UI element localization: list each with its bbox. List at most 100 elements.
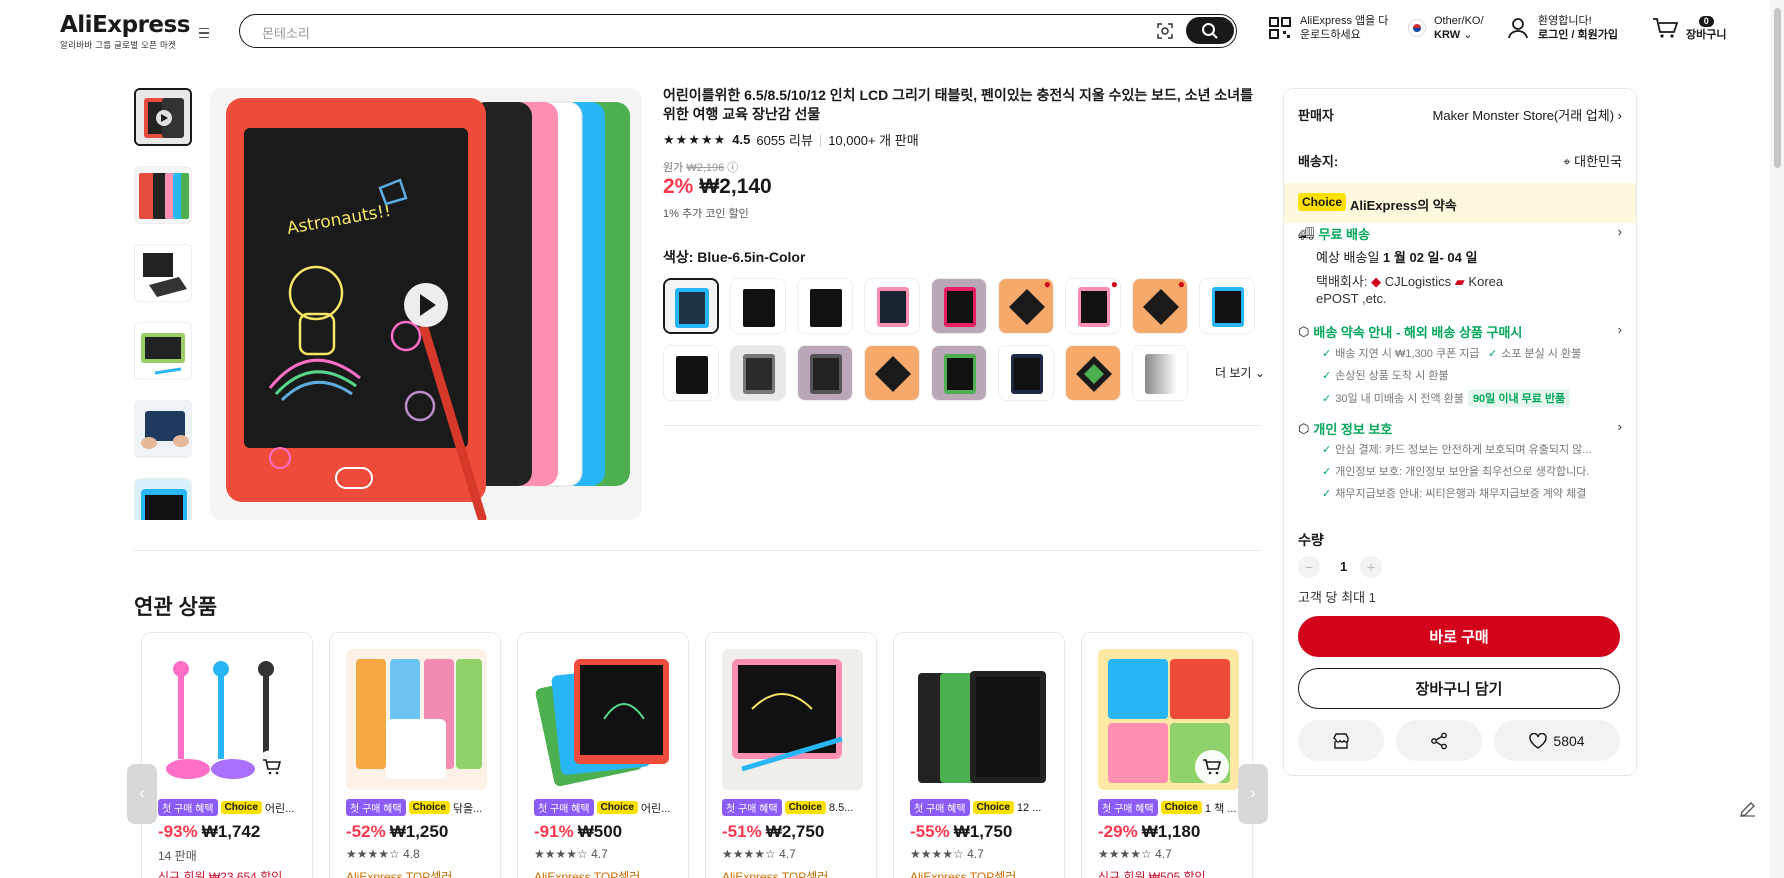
product-card-image[interactable] [158, 649, 299, 790]
quantity-value[interactable]: 1 [1340, 559, 1347, 574]
chevron-right-icon[interactable]: › [1618, 322, 1622, 337]
scrollbar-thumb[interactable] [1774, 8, 1781, 168]
search-bar[interactable]: 몬테소리 [239, 14, 1237, 48]
add-to-cart-icon[interactable] [255, 750, 289, 784]
ship-to-country[interactable]: 대한민국 [1574, 154, 1622, 169]
product-card-image[interactable] [722, 649, 863, 790]
thumbnail-video[interactable] [134, 88, 192, 146]
product-card-image[interactable] [534, 649, 675, 790]
quantity-label: 수량 [1298, 532, 1324, 548]
product-card[interactable]: 첫 구매 혜택 Choice 어린... -93% ₩1,742 14 판매 신규 회… [141, 632, 313, 878]
swatch-13[interactable] [864, 345, 920, 401]
cart-link[interactable]: 0 장바구니 [1652, 14, 1726, 42]
region-line1: Other/KO/ [1434, 15, 1484, 27]
product-card-rating: ★★★★☆ 4.7 [910, 847, 984, 861]
thumbnail-6[interactable] [134, 478, 192, 520]
shield-icon: ⬡ [1298, 323, 1310, 339]
carousel-prev-button[interactable]: ‹ [127, 764, 157, 824]
login-link[interactable]: 로그인 / 회원가입 [1538, 29, 1618, 41]
product-card-image[interactable] [1098, 649, 1239, 790]
swatch-12[interactable] [797, 345, 853, 401]
swatch-11[interactable] [730, 345, 786, 401]
user-icon [1508, 18, 1528, 39]
review-count[interactable]: 6055 리뷰 [756, 130, 812, 149]
swatch-3[interactable] [797, 278, 853, 334]
thumbnail-4[interactable] [134, 322, 192, 380]
choice-tag: Choice [972, 801, 1014, 814]
promise-title: AliExpress의 약속 [1350, 198, 1457, 213]
qr-code-icon [1269, 17, 1291, 39]
seller-name[interactable]: Maker Monster Store(거래 업체) [1433, 108, 1614, 123]
swatch-5[interactable] [931, 278, 987, 334]
product-card-name: 어린... [264, 802, 295, 815]
search-input[interactable]: 몬테소리 [262, 23, 310, 42]
swatch-7[interactable]: ● [1065, 278, 1121, 334]
share-icon [1431, 732, 1447, 749]
privacy-row[interactable]: ⬡ 개인 정보 보호 [1298, 419, 1392, 438]
swatch-10[interactable] [663, 345, 719, 401]
product-card[interactable]: 첫 구매 혜택 Choice 8.5... -51% ₩2,750 ★★★★☆ 4.7… [705, 632, 877, 878]
region-selector[interactable]: Other/KO/KRW ⌄ [1408, 14, 1484, 42]
hamburger-menu-icon[interactable] [195, 24, 213, 42]
buy-now-button[interactable]: 바로 구매 [1298, 616, 1620, 657]
swatch-14[interactable] [931, 345, 987, 401]
privacy-item: ✓ 안심 결제: 카드 정보는 안전하게 보호되며 유출되지 않... [1322, 441, 1591, 457]
show-more-colors-button[interactable]: 더 보기 ⌄ [1215, 364, 1265, 381]
swatch-1[interactable] [663, 278, 719, 334]
add-to-cart-button[interactable]: 장바구니 담기 [1298, 668, 1620, 709]
quantity-increase-button[interactable]: + [1360, 556, 1382, 578]
thumbnail-5[interactable] [134, 400, 192, 458]
quantity-decrease-button[interactable]: − [1298, 556, 1320, 578]
product-card-image[interactable] [910, 649, 1051, 790]
account-menu[interactable]: 환영합니다! 로그인 / 회원가입 [1506, 14, 1618, 42]
carousel-next-button[interactable]: › [1238, 764, 1268, 824]
swatch-8[interactable]: ● [1132, 278, 1188, 334]
ship-to-row[interactable]: 배송지: ⌖ 대한민국 [1298, 151, 1622, 170]
product-card-tags: 첫 구매 혜택 Choice 1 책 ... [1098, 799, 1239, 816]
product-card-image[interactable] [346, 649, 487, 790]
swatch-15[interactable] [998, 345, 1054, 401]
product-card[interactable]: 첫 구매 혜택 Choice 12 ... -55% ₩1,750 ★★★★☆ 4.7… [893, 632, 1065, 878]
original-price-value: ₩2,196 [686, 162, 725, 174]
page-scrollbar[interactable] [1770, 0, 1784, 878]
seller-row[interactable]: 판매자 Maker Monster Store(거래 업체) › [1298, 105, 1622, 124]
thumbnail-3[interactable] [134, 244, 192, 302]
delivery-promise-row[interactable]: ⬡ 배송 약속 안내 - 해외 배송 상품 구매시 [1298, 322, 1522, 341]
app-line2: 운로드하세요 [1300, 29, 1361, 41]
store-icon [1333, 732, 1349, 749]
hot-icon: ● [1177, 278, 1185, 291]
add-to-cart-icon[interactable] [1195, 750, 1229, 784]
ship-to-label: 배송지: [1298, 154, 1339, 169]
chevron-right-icon[interactable]: › [1618, 419, 1622, 434]
swatch-9[interactable] [1199, 278, 1255, 334]
swatch-16[interactable] [1065, 345, 1121, 401]
eta-prefix: 예상 배송일 [1316, 250, 1380, 265]
product-card-discount: -55% [910, 822, 950, 841]
image-search-icon[interactable] [1156, 22, 1174, 40]
swatch-6[interactable]: ● [998, 278, 1054, 334]
app-download[interactable]: AliExpress 앱을 다 운로드하세요 [1268, 14, 1388, 42]
aliexpress-logo[interactable]: AliExpress 알리바바 그룹 글로벌 오픈 마켓 [60, 12, 190, 51]
swatch-4[interactable] [864, 278, 920, 334]
thumbnail-2[interactable] [134, 166, 192, 224]
first-purchase-tag: 첫 구매 혜택 [1098, 799, 1158, 816]
share-button[interactable] [1396, 720, 1482, 761]
seller-label: 판매자 [1298, 108, 1334, 123]
swatch-2[interactable] [730, 278, 786, 334]
product-card[interactable]: 첫 구매 혜택 Choice 1 책 ... -29% ₩1,180 ★★★★☆ 4.… [1081, 632, 1253, 878]
store-button[interactable] [1298, 720, 1384, 761]
swatch-17[interactable] [1132, 345, 1188, 401]
chevron-right-icon[interactable]: › [1618, 224, 1622, 239]
search-button[interactable] [1186, 17, 1234, 44]
product-card[interactable]: 첫 구매 혜택 Choice 닦을... -52% ₩1,250 ★★★★☆ 4.8 … [329, 632, 501, 878]
logo-subtitle: 알리바바 그룹 글로벌 오픈 마켓 [60, 40, 177, 50]
main-product-image[interactable]: Astronauts!! [210, 88, 642, 520]
product-card-discount: -29% [1098, 822, 1138, 841]
product-card[interactable]: 첫 구매 혜택 Choice 어린... -91% ₩500 ★★★★☆ 4.7 Al… [517, 632, 689, 878]
wishlist-button[interactable]: 5804 [1494, 720, 1620, 761]
edit-pencil-icon[interactable] [1737, 798, 1759, 820]
info-icon[interactable]: ⓘ [727, 162, 738, 174]
free-shipping-row[interactable]: 🚚︎ 무료 배송 [1298, 224, 1370, 243]
privacy-item-text: 개인정보 보호: 개인정보 보안을 최우선으로 생각합니다. [1335, 466, 1590, 478]
promise-item: ✓ 손상된 상품 도착 시 환불 [1322, 367, 1449, 383]
